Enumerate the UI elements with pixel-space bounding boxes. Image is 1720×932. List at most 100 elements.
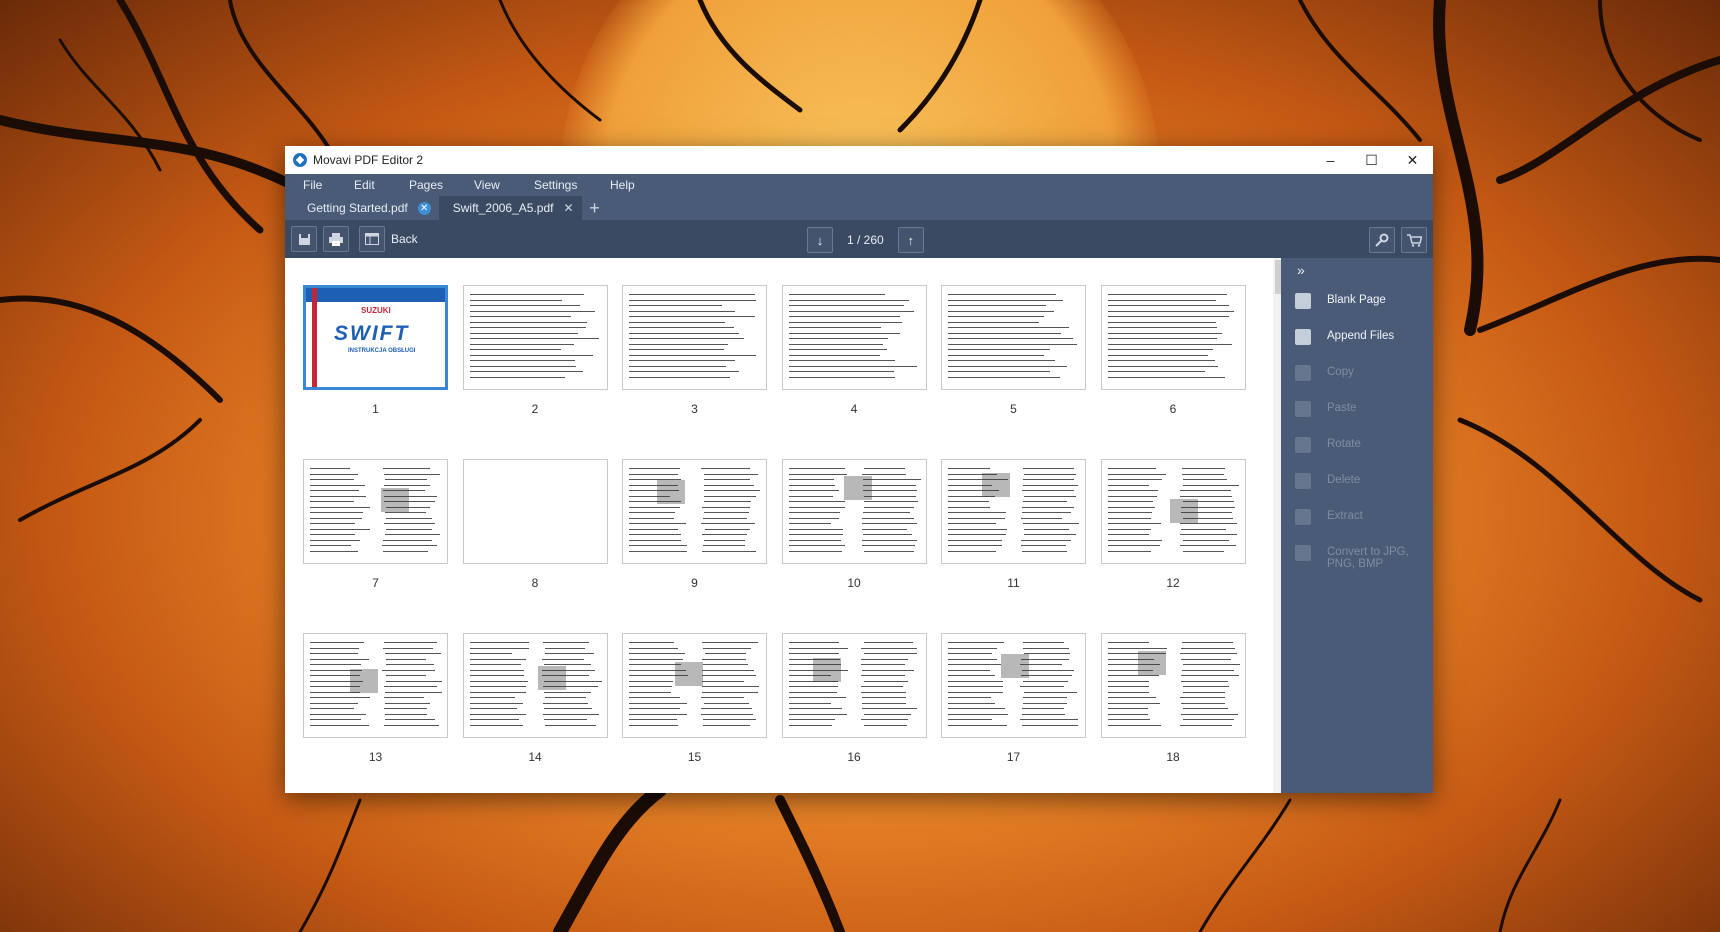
page-thumbnail[interactable]: 4: [781, 285, 927, 416]
illustration: [350, 669, 379, 694]
maximize-button[interactable]: ☐: [1351, 146, 1392, 174]
print-button[interactable]: [323, 226, 349, 252]
sidebar-item-label: Convert to JPG, PNG, BMP: [1327, 546, 1409, 570]
menu-file[interactable]: File: [303, 178, 354, 192]
sidebar-item-delete[interactable]: Delete: [1295, 473, 1360, 489]
page-thumbnail[interactable]: 2: [462, 285, 608, 416]
collapse-sidebar-icon[interactable]: »: [1297, 262, 1305, 278]
page-thumbnail[interactable]: 14: [462, 633, 608, 764]
page-thumbnail[interactable]: 11: [941, 459, 1086, 590]
text-line: [948, 299, 1063, 301]
text-line: [1107, 506, 1156, 508]
text-line: [788, 697, 846, 698]
tab-getting-started[interactable]: Getting Started.pdf ✕: [293, 196, 439, 220]
page-preview: [462, 285, 608, 390]
page-thumbnail[interactable]: 5: [941, 285, 1086, 416]
text-line: [310, 702, 359, 704]
page-preview: [941, 633, 1086, 738]
text-line: [469, 310, 596, 312]
page-number: 1: [372, 402, 379, 416]
text-line: [1107, 724, 1162, 726]
text-line: [629, 332, 739, 334]
text-line: [788, 332, 900, 334]
text-line: [385, 653, 441, 654]
text-line: [1181, 658, 1232, 660]
text-line: [788, 501, 846, 502]
page-number: 14: [528, 750, 542, 764]
sidebar-item-rotate[interactable]: Rotate: [1295, 437, 1361, 453]
text-line: [310, 708, 355, 709]
menu-edit[interactable]: Edit: [354, 178, 409, 192]
sidebar-item-label: Blank Page: [1327, 294, 1386, 306]
page-preview: [781, 459, 927, 564]
text-line: [385, 658, 427, 660]
illustration: [675, 661, 704, 686]
page-number: 15: [687, 750, 702, 764]
key-icon: [1375, 233, 1389, 247]
page-thumbnail[interactable]: 6: [1100, 285, 1246, 416]
activation-key-button[interactable]: [1369, 227, 1395, 253]
page-thumbnail[interactable]: 9: [622, 459, 767, 590]
page-thumbnail[interactable]: 17: [941, 633, 1086, 764]
text-line: [788, 360, 895, 361]
menu-view[interactable]: View: [474, 178, 534, 192]
buy-button[interactable]: [1401, 227, 1427, 253]
menu-pages[interactable]: Pages: [409, 178, 474, 192]
page-thumbnail[interactable]: 3: [622, 285, 767, 416]
page-thumbnail[interactable]: 13: [303, 633, 448, 764]
text-line: [701, 697, 744, 698]
text-line: [469, 338, 600, 339]
page-thumbnail[interactable]: 18: [1100, 633, 1246, 764]
page-thumbnail[interactable]: 12: [1100, 459, 1246, 590]
text-line: [1107, 468, 1156, 469]
text-line: [861, 719, 909, 720]
minimize-button[interactable]: –: [1310, 146, 1351, 174]
back-label[interactable]: Back: [391, 232, 418, 246]
sidebar-item-convert[interactable]: Convert to JPG, PNG, BMP: [1295, 545, 1409, 570]
menu-help[interactable]: Help: [610, 178, 635, 192]
page-thumbnail[interactable]: 16: [781, 633, 927, 764]
new-tab-button[interactable]: +: [582, 196, 608, 220]
text-line: [469, 702, 523, 704]
text-line: [1023, 473, 1076, 475]
tab-swift[interactable]: Swift_2006_A5.pdf ✕: [438, 196, 582, 220]
page-thumbnail[interactable]: 10: [781, 459, 927, 590]
text-line: [1107, 702, 1160, 704]
sidebar-item-paste[interactable]: Paste: [1295, 401, 1356, 417]
page-thumbnail[interactable]: 7: [303, 459, 448, 590]
text-line: [861, 702, 907, 704]
save-button[interactable]: [291, 226, 317, 252]
text-line: [788, 534, 844, 535]
page-thumbnail[interactable]: 8: [462, 459, 608, 590]
text-line: [383, 468, 430, 469]
document-tabs: Getting Started.pdf ✕ Swift_2006_A5.pdf …: [285, 196, 1433, 220]
text-line: [788, 506, 845, 508]
close-tab-icon[interactable]: ✕: [417, 201, 431, 215]
close-tab-icon[interactable]: ✕: [563, 201, 573, 215]
back-button[interactable]: [359, 226, 385, 252]
sidebar-item-extract[interactable]: Extract: [1295, 509, 1363, 525]
next-page-button[interactable]: ↓: [807, 227, 833, 253]
text-line: [788, 479, 835, 480]
text-line: [788, 354, 881, 356]
text-line: [310, 653, 359, 654]
menu-settings[interactable]: Settings: [534, 178, 610, 192]
text-line: [469, 294, 584, 295]
text-line: [1107, 479, 1162, 480]
page-thumbnail[interactable]: 15: [622, 633, 767, 764]
text-line: [1107, 327, 1217, 328]
close-window-button[interactable]: ✕: [1392, 146, 1433, 174]
page-thumbnail[interactable]: SUZUKI SWIFT INSTRUKCJA OBSŁUGI 1: [303, 285, 448, 416]
sidebar-item-copy[interactable]: Copy: [1295, 365, 1354, 381]
text-line: [1182, 664, 1241, 665]
previous-page-button[interactable]: ↑: [897, 227, 924, 253]
text-line: [1107, 517, 1152, 519]
text-line: [629, 327, 734, 328]
movavi-logo-icon: [293, 153, 307, 167]
text-line: [864, 506, 915, 508]
sidebar-item-blank-page[interactable]: Blank Page: [1295, 293, 1386, 309]
text-line: [703, 517, 748, 519]
cover-title: SWIFT: [334, 322, 410, 345]
text-line: [469, 724, 524, 726]
sidebar-item-append-files[interactable]: Append Files: [1295, 329, 1394, 345]
